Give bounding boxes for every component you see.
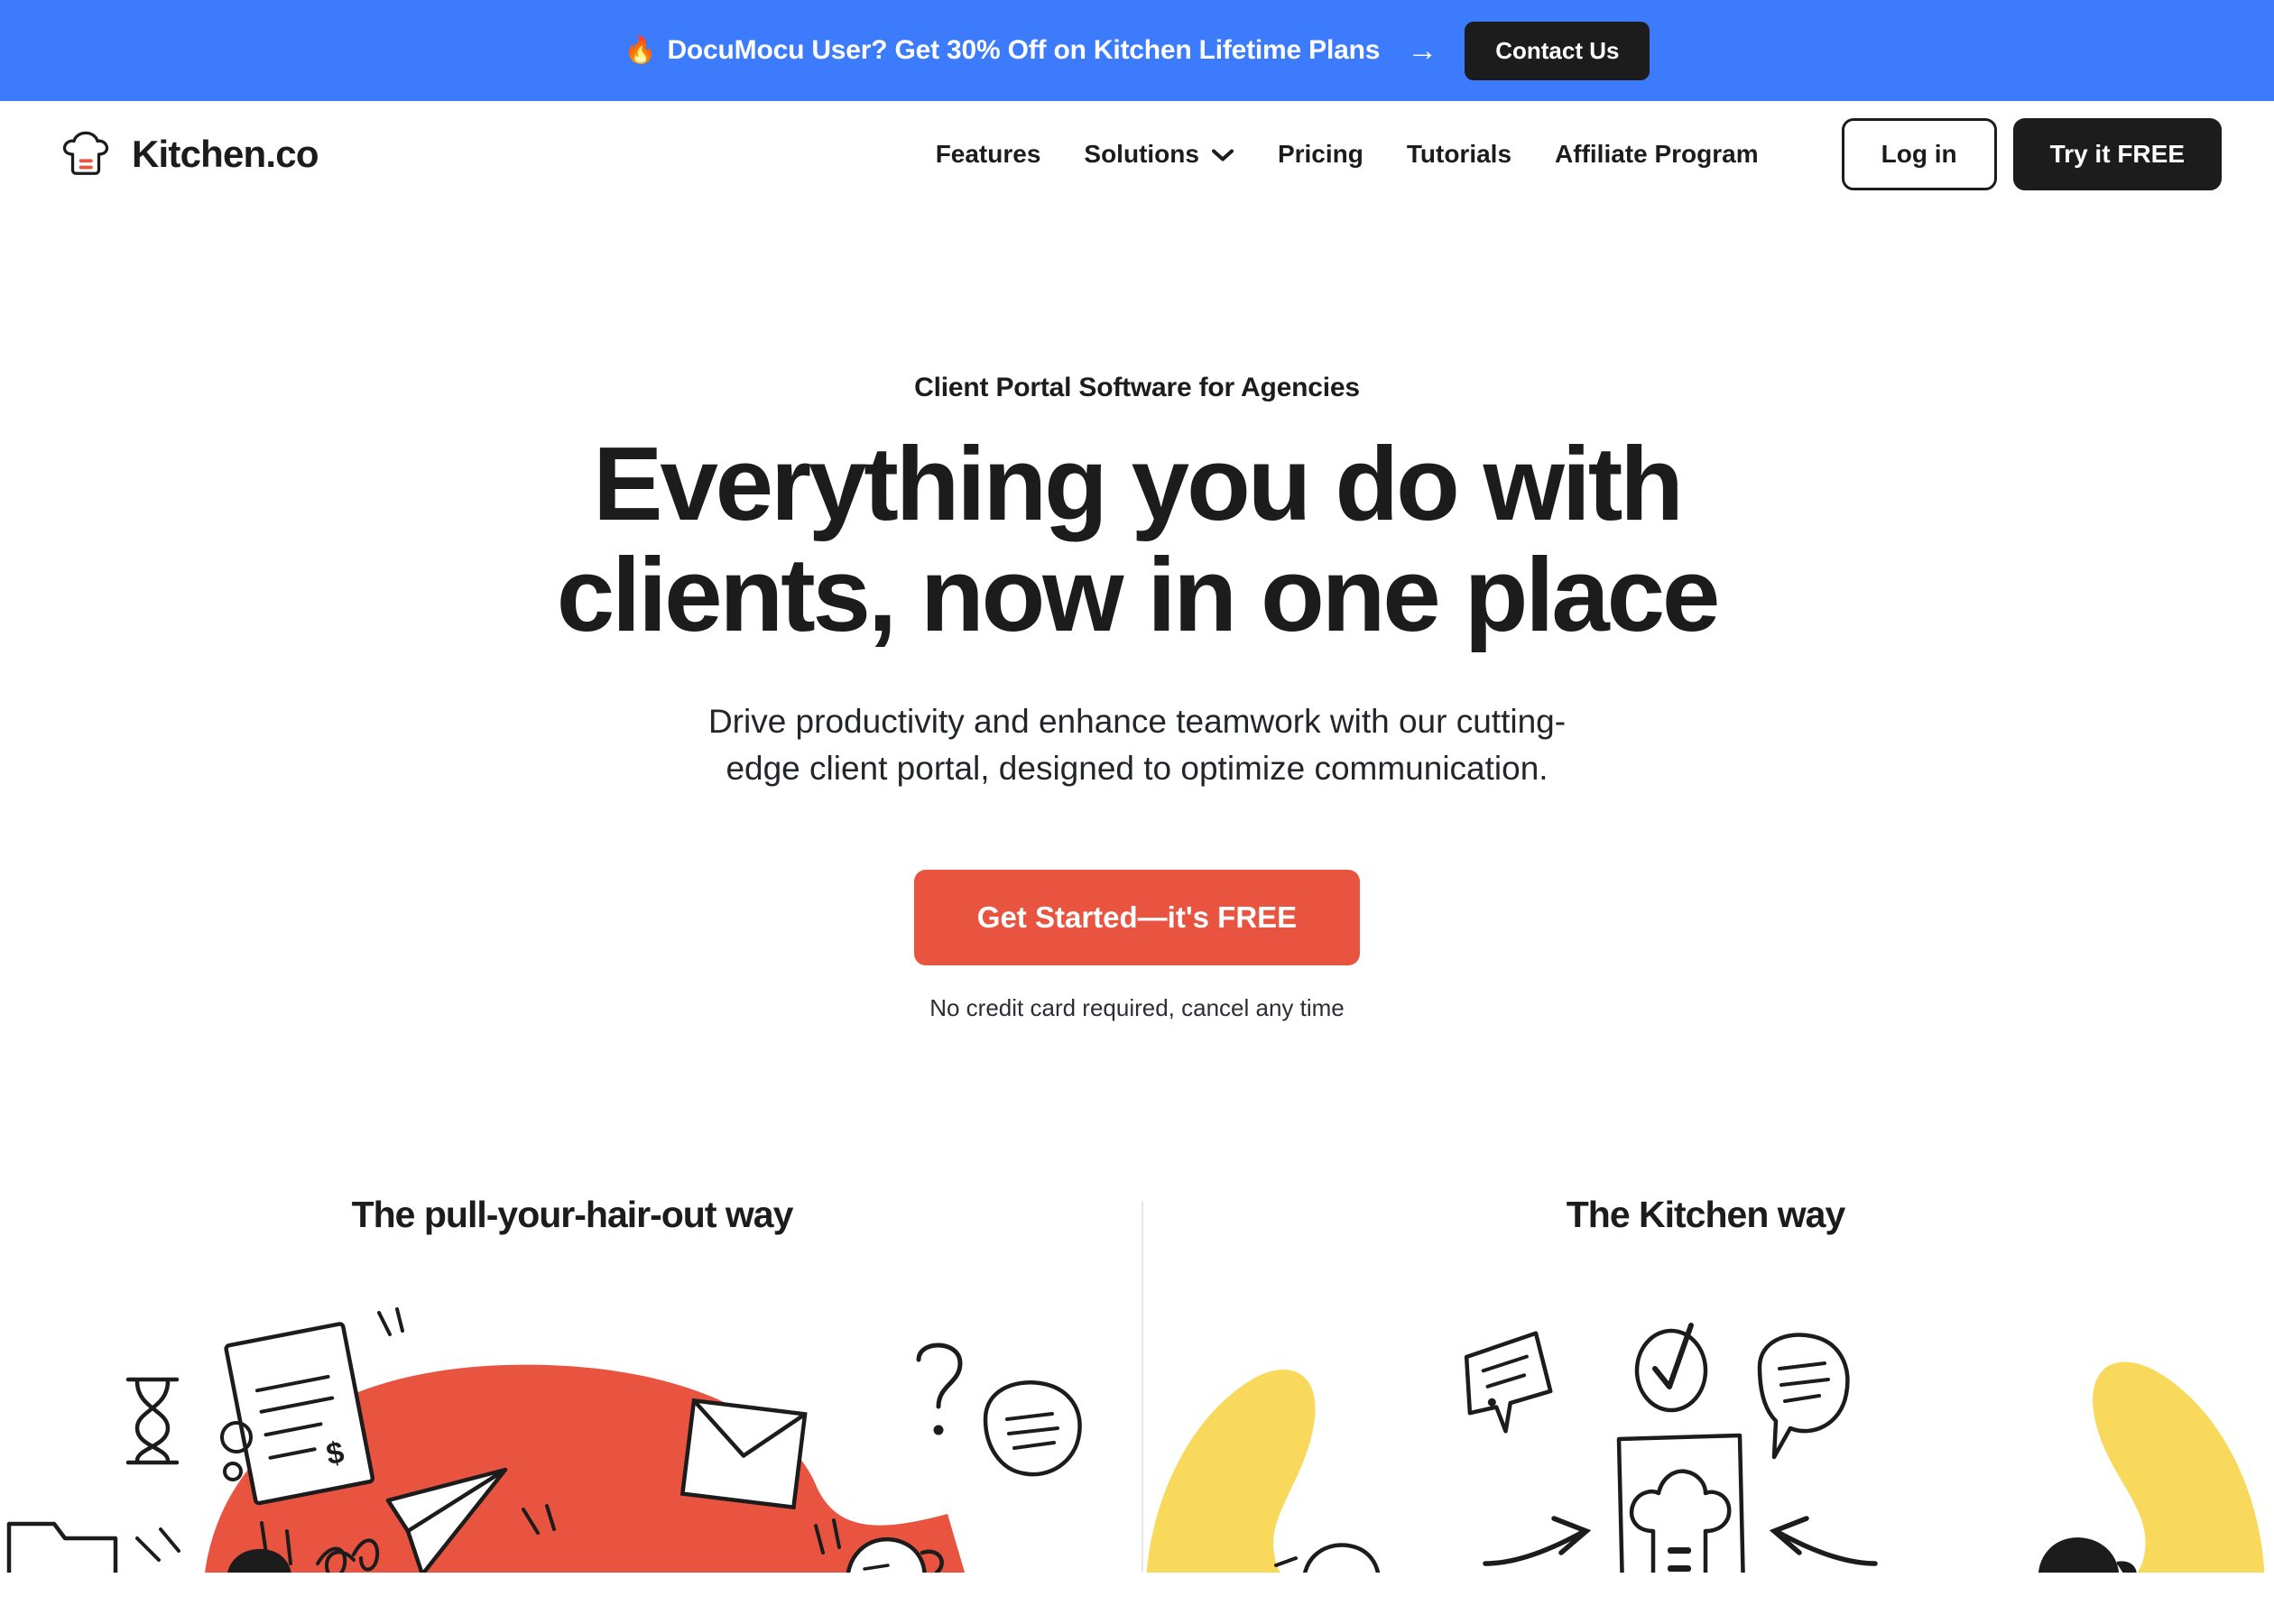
pull-your-hair-out-illustration: $ (0, 1293, 1137, 1573)
kitchen-way-illustration (1137, 1293, 2274, 1573)
contact-us-button[interactable]: Contact Us (1465, 21, 1650, 80)
auth-buttons: Log in Try it FREE (1841, 118, 2222, 190)
promo-message: 🔥 DocuMocu User? Get 30% Off on Kitchen … (624, 35, 1381, 66)
site-header: Kitchen.co Features Solutions Pricing Tu… (0, 101, 2274, 208)
arrow-right-icon: → (1407, 33, 1438, 68)
hero-cta-wrapper: Get Started—it's FREE No credit card req… (0, 869, 2274, 1022)
fire-icon: 🔥 (624, 35, 657, 65)
page-title: Everything you do with clients, now in o… (302, 429, 1972, 651)
chef-hat-logo-icon (60, 128, 112, 180)
nav-label: Pricing (1277, 140, 1363, 168)
login-button[interactable]: Log in (1841, 118, 1997, 190)
promo-banner: 🔥 DocuMocu User? Get 30% Off on Kitchen … (0, 0, 2274, 101)
brand-name: Kitchen.co (132, 133, 319, 175)
comparison-heading-left: The pull-your-hair-out way (351, 1193, 794, 1235)
try-it-free-button[interactable]: Try it FREE (2012, 118, 2222, 190)
main-navigation: Features Solutions Pricing Tutorials Aff… (936, 118, 2222, 190)
chevron-down-icon (1211, 140, 1234, 169)
hero-title-line-1: Everything you do with (593, 425, 1684, 542)
nav-item-affiliate-program[interactable]: Affiliate Program (1555, 140, 1759, 169)
nav-item-tutorials[interactable]: Tutorials (1407, 140, 1511, 169)
hero-subtitle-line-2: edge client portal, designed to optimize… (726, 750, 1548, 788)
nav-label: Affiliate Program (1555, 140, 1759, 168)
nav-label: Tutorials (1406, 140, 1512, 168)
nav-item-solutions[interactable]: Solutions (1084, 140, 1234, 169)
brand-logo[interactable]: Kitchen.co (60, 128, 319, 180)
hero-subtitle: Drive productivity and enhance teamwork … (514, 698, 1760, 793)
comparison-section: The pull-your-hair-out way $ The Kitchen… (0, 1194, 2274, 1573)
get-started-button[interactable]: Get Started—it's FREE (913, 869, 1361, 965)
hero-subtitle-line-1: Drive productivity and enhance teamwork … (707, 702, 1567, 740)
comparison-column-left: The pull-your-hair-out way $ (0, 1194, 1137, 1573)
comparison-column-right: The Kitchen way (1137, 1194, 2274, 1573)
promo-message-text: DocuMocu User? Get 30% Off on Kitchen Li… (667, 35, 1381, 65)
nav-label: Features (935, 140, 1041, 168)
nav-item-features[interactable]: Features (936, 140, 1041, 169)
nav-label: Solutions (1084, 140, 1199, 168)
hero-section: Client Portal Software for Agencies Ever… (0, 208, 2274, 1022)
comparison-heading-right: The Kitchen way (1566, 1193, 1846, 1235)
hero-title-line-2: clients, now in one place (556, 535, 1721, 653)
nav-item-pricing[interactable]: Pricing (1278, 140, 1363, 169)
hero-eyebrow: Client Portal Software for Agencies (914, 373, 1360, 402)
hero-cta-note: No credit card required, cancel any time (929, 993, 1345, 1021)
